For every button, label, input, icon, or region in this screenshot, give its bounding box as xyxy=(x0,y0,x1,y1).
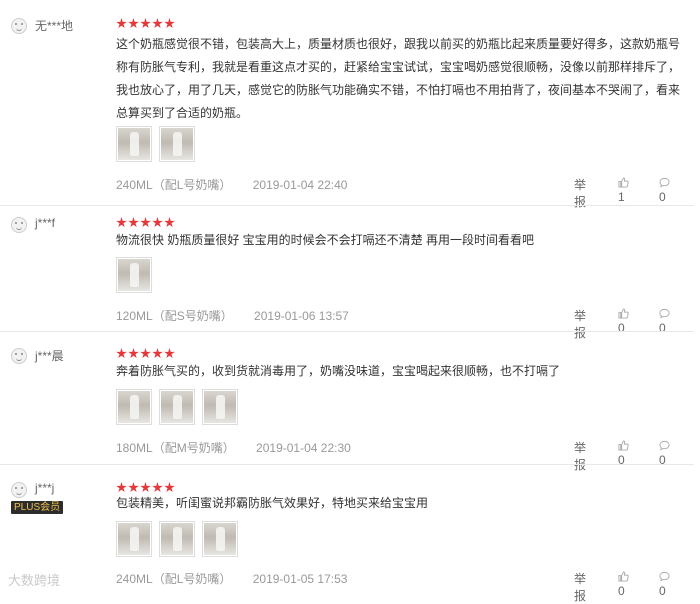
review-username[interactable]: 无***地 xyxy=(35,17,73,34)
star-rating xyxy=(116,480,176,493)
review-meta: 120ML（配S号奶嘴） 2019-01-06 13:57 xyxy=(116,307,349,324)
review-photo-thumbnail[interactable] xyxy=(116,126,152,162)
thumbs-up-icon xyxy=(618,177,629,188)
review-photo-thumbnail[interactable] xyxy=(159,389,195,425)
review-meta: 240ML（配L号奶嘴） 2019-01-05 17:53 xyxy=(116,570,347,587)
review-text: 这个奶瓶感觉很不错，包装高大上，质量材质也很好，跟我以前买的奶瓶比起来质量要好得… xyxy=(116,37,681,120)
review-username[interactable]: j***j xyxy=(35,481,54,495)
review-photo-thumbnail[interactable] xyxy=(116,521,152,557)
review-photo-thumbnail[interactable] xyxy=(116,389,152,425)
report-link[interactable]: 举报 xyxy=(574,570,586,604)
review-username[interactable]: j***晨 xyxy=(35,347,64,364)
review-date: 2019-01-04 22:40 xyxy=(252,178,348,192)
star-icon xyxy=(128,18,139,29)
thumbs-up-icon xyxy=(618,440,629,451)
review-thumbnails xyxy=(116,126,202,162)
plus-member-badge: PLUS会员 xyxy=(11,501,64,514)
review-date: 2019-01-05 17:53 xyxy=(252,572,348,586)
review-item: j***晨 奔着防胀气买的，收到货就消毒用了，奶嘴没味道，宝宝喝起来很顺畅，也不… xyxy=(0,330,700,472)
star-icon xyxy=(140,217,151,228)
review-date: 2019-01-06 13:57 xyxy=(254,309,349,323)
review-text: 物流很快 奶瓶质量很好 宝宝用的时候会不会打嗝还不清楚 再用一段时间看看吧 xyxy=(116,233,535,247)
star-rating xyxy=(116,16,176,29)
thumbs-up-icon xyxy=(618,571,629,582)
like-button[interactable]: 0 xyxy=(618,439,633,467)
reply-button[interactable]: 0 xyxy=(659,439,674,467)
review-photo-thumbnail[interactable] xyxy=(202,389,238,425)
review-photo-thumbnail[interactable] xyxy=(202,521,238,557)
review-item: 无***地 这个奶瓶感觉很不错，包装高大上，质量材质也很好，跟我以前买的奶瓶比起… xyxy=(0,0,700,209)
star-icon xyxy=(116,348,127,359)
review-item: j***f 物流很快 奶瓶质量很好 宝宝用的时候会不会打嗝还不清楚 再用一段时间… xyxy=(0,199,700,340)
review-thumbnails xyxy=(116,389,245,425)
star-icon xyxy=(140,348,151,359)
comment-icon xyxy=(659,440,670,451)
review-date: 2019-01-04 22:30 xyxy=(256,441,351,455)
review-photo-thumbnail[interactable] xyxy=(116,257,152,293)
star-icon xyxy=(152,217,163,228)
review-username[interactable]: j***f xyxy=(35,216,55,230)
review-photo-thumbnail[interactable] xyxy=(159,521,195,557)
star-icon xyxy=(116,217,127,228)
review-thumbnails xyxy=(116,521,245,557)
user-avatar-icon[interactable] xyxy=(11,348,27,364)
user-avatar-icon[interactable] xyxy=(11,18,27,34)
star-icon xyxy=(116,18,127,29)
star-icon xyxy=(152,18,163,29)
star-icon xyxy=(140,18,151,29)
star-icon xyxy=(128,217,139,228)
watermark: 大数跨境 xyxy=(8,573,61,588)
product-spec: 240ML（配L号奶嘴） xyxy=(116,572,232,586)
star-rating xyxy=(116,215,176,228)
star-rating xyxy=(116,346,176,359)
review-photo-thumbnail[interactable] xyxy=(159,126,195,162)
comment-icon xyxy=(659,177,670,188)
star-icon xyxy=(164,217,175,228)
thumbs-up-icon xyxy=(618,308,629,319)
user-avatar-icon[interactable] xyxy=(11,217,27,233)
like-count: 0 xyxy=(618,584,625,598)
star-icon xyxy=(164,348,175,359)
reply-button[interactable]: 0 xyxy=(659,570,674,598)
like-button[interactable]: 0 xyxy=(618,570,633,598)
product-spec: 180ML（配M号奶嘴） xyxy=(116,441,235,455)
review-text: 包装精美，听闺蜜说邦霸防胀气效果好，特地买来给宝宝用 xyxy=(116,496,429,510)
product-spec: 240ML（配L号奶嘴） xyxy=(116,178,232,192)
review-thumbnails xyxy=(116,257,159,293)
star-icon xyxy=(164,18,175,29)
comment-icon xyxy=(659,308,670,319)
user-avatar-icon[interactable] xyxy=(11,482,27,498)
reply-count: 0 xyxy=(659,584,666,598)
review-meta: 180ML（配M号奶嘴） 2019-01-04 22:30 xyxy=(116,439,351,456)
review-text: 奔着防胀气买的，收到货就消毒用了，奶嘴没味道，宝宝喝起来很顺畅，也不打嗝了 xyxy=(116,364,561,378)
comment-icon xyxy=(659,571,670,582)
star-icon xyxy=(152,348,163,359)
review-item: j***j PLUS会员 包装精美，听闺蜜说邦霸防胀气效果好，特地买来给宝宝用 … xyxy=(0,464,700,603)
product-spec: 120ML（配S号奶嘴） xyxy=(116,309,233,323)
star-icon xyxy=(128,348,139,359)
review-meta: 240ML（配L号奶嘴） 2019-01-04 22:40 xyxy=(116,176,347,193)
